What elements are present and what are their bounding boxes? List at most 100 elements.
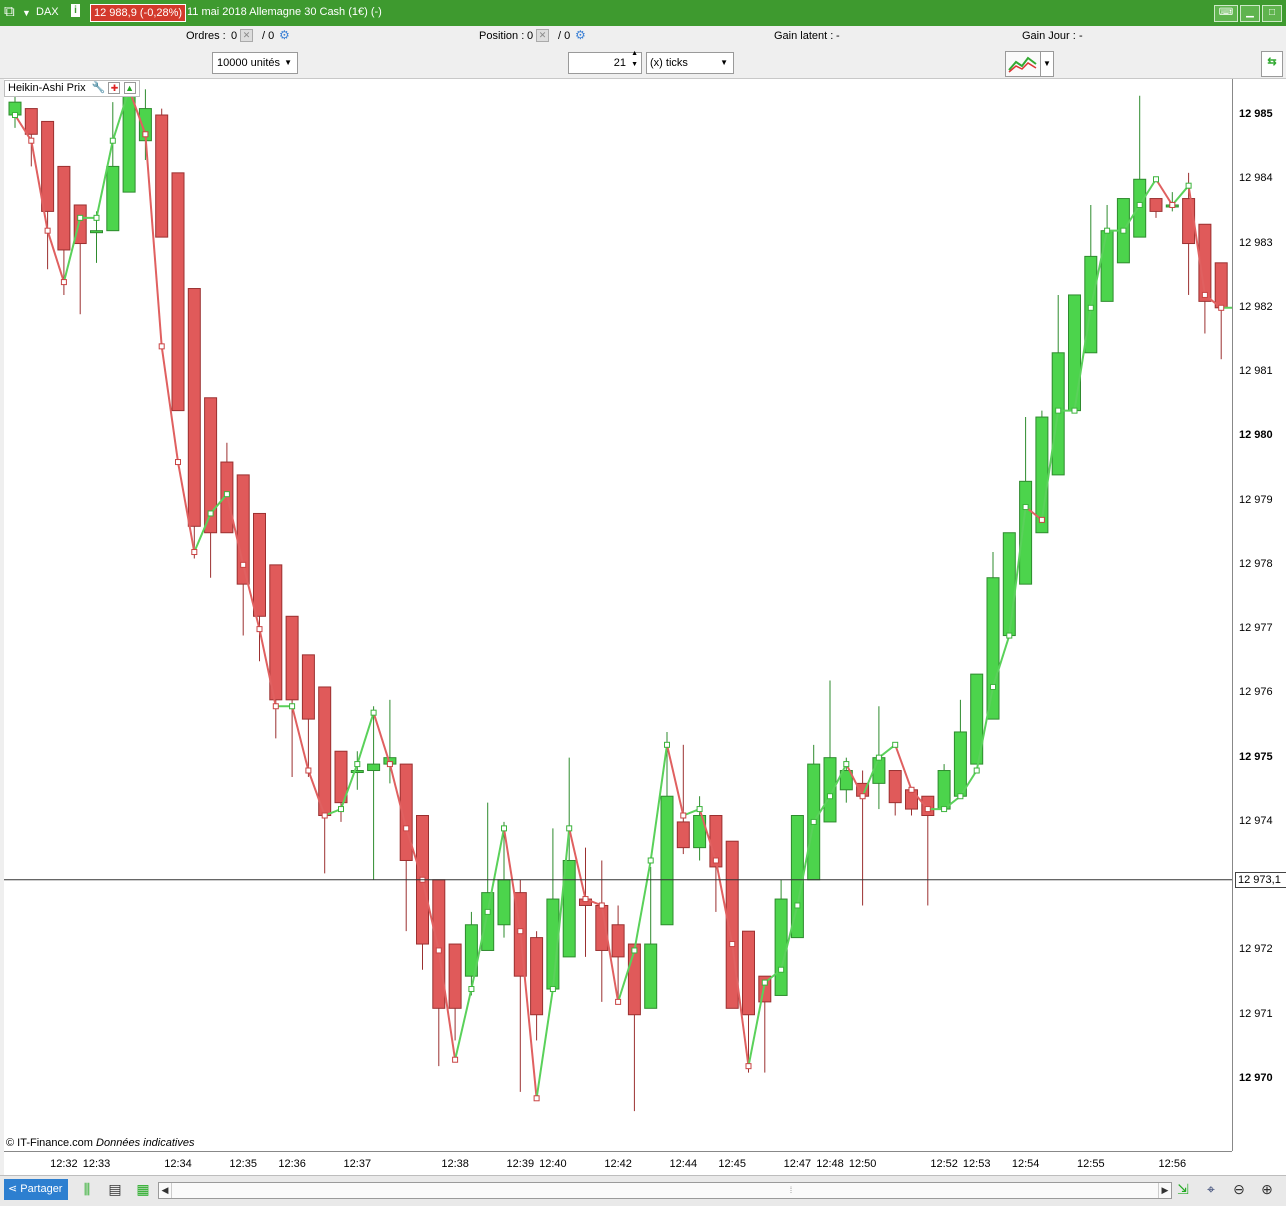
minimize-button[interactable]: ▁ (1240, 5, 1260, 22)
candle-up (872, 757, 886, 784)
stepper-up-icon[interactable]: ▲ (631, 49, 638, 58)
order-info-bar: Ordres : 0 ✕ / 0 ⚙ Position : 0 ✕ / 0 ⚙ … (0, 26, 1286, 48)
window-title: 11 mai 2018 Allemagne 30 Cash (1€) (-) (187, 6, 382, 18)
candle-down (41, 120, 55, 212)
close-marker (109, 137, 116, 144)
share-button[interactable]: ⋖ Partager (4, 1179, 69, 1200)
candle-up (106, 165, 120, 232)
time-tick-label: 12:54 (1011, 1158, 1040, 1170)
list-icon[interactable]: ▤ (106, 1180, 124, 1198)
zoom-out-icon[interactable]: ⊖ (1230, 1180, 1248, 1198)
candle-up (937, 770, 951, 810)
stepper-down-icon[interactable]: ▼ (631, 60, 638, 69)
candle-down (448, 943, 462, 1009)
fit-chart-icon[interactable]: ⇲ (1174, 1180, 1192, 1198)
price-tick-label: 12 981 (1239, 365, 1273, 378)
price-tick-label: 12 977 (1239, 622, 1273, 635)
time-tick-label: 12:37 (343, 1158, 372, 1170)
scroll-right-button[interactable]: ▶ (1158, 1183, 1171, 1198)
close-marker (158, 343, 165, 350)
wrench-icon[interactable]: 🔧 (92, 82, 106, 94)
window-menu-icon[interactable]: ⧉ (4, 3, 15, 20)
price-tick-label: 12 984 (1239, 172, 1273, 185)
zoom-fit-icon[interactable]: ⌖ (1202, 1180, 1220, 1198)
chart-plot-area[interactable] (4, 79, 1232, 1151)
units-select[interactable]: 10000 unités ▼ (212, 52, 298, 74)
close-marker (924, 806, 931, 813)
keyboard-icon[interactable]: ⌨ (1214, 5, 1238, 22)
close-line-down-segment (372, 712, 391, 765)
candle-up (122, 95, 136, 193)
position-close-icon[interactable]: ✕ (536, 29, 549, 42)
move-indicator-icon[interactable]: ▲ (123, 82, 136, 94)
remove-indicator-icon[interactable]: ✚ (108, 82, 121, 94)
candle-down (627, 943, 641, 1016)
gear-icon[interactable]: ⚙ (575, 28, 586, 42)
close-marker (631, 947, 638, 954)
close-marker (761, 979, 768, 986)
price-tick-label: 12 978 (1239, 557, 1273, 570)
candle-up (953, 731, 967, 797)
candle-down (888, 770, 902, 804)
maximize-button[interactable]: □ (1262, 5, 1282, 22)
close-marker (794, 902, 801, 909)
close-marker (468, 986, 475, 993)
close-marker (452, 1056, 459, 1063)
price-tick-label: 12 982 (1239, 300, 1273, 313)
time-tick-label: 12:40 (539, 1158, 567, 1170)
close-marker (175, 459, 181, 466)
ticks-unit-select[interactable]: (x) ticks ▼ (646, 52, 734, 74)
close-marker (1201, 291, 1208, 298)
time-tick-label: 12:35 (229, 1158, 257, 1170)
candle-up (1068, 294, 1081, 412)
candle-down (611, 924, 625, 958)
price-badge: 12 988,9 (-0,28%) (90, 4, 187, 22)
horizontal-scrollbar[interactable]: ◀ ⁞ ▶ (158, 1182, 1172, 1199)
zoom-in-icon[interactable]: ⊕ (1258, 1180, 1276, 1198)
order-entry-bar: 10000 unités ▼ 21 ▲ ▼ (x) ticks ▼ ▼ ⇆ (0, 48, 1286, 79)
position-value: 0 (527, 30, 534, 42)
close-marker (549, 986, 556, 993)
close-marker (990, 683, 996, 690)
chevron-down-icon[interactable]: ▼ (22, 8, 31, 18)
side-panel-toggle[interactable]: ⇆ (1261, 51, 1283, 77)
orders-close-icon[interactable]: ✕ (240, 29, 253, 42)
scroll-thumb-grip[interactable]: ⁞ (787, 1183, 795, 1198)
time-axis[interactable]: 12:32 12:33 12:34 12:35 12:36 12:37 12:38 12:39… (4, 1151, 1232, 1176)
close-marker (77, 214, 84, 221)
close-marker (973, 767, 980, 774)
close-marker (223, 491, 230, 498)
close-marker (321, 812, 328, 819)
ticks-unit-value: (x) ticks (650, 57, 688, 69)
info-icon[interactable]: i (71, 4, 80, 17)
gear-icon[interactable]: ⚙ (279, 28, 290, 42)
time-tick-label: 12:34 (164, 1158, 192, 1170)
close-marker (843, 761, 850, 768)
chart-type-dropdown[interactable]: ▼ (1040, 51, 1054, 77)
candle-style-icon[interactable]: ⫼ (78, 1180, 96, 1198)
ticks-stepper[interactable]: 21 ▲ ▼ (568, 49, 642, 74)
candle-down (676, 821, 690, 849)
candle-up (1100, 230, 1114, 302)
close-marker (729, 941, 736, 948)
close-marker (810, 818, 817, 825)
position-pending-value: / 0 (558, 30, 571, 42)
price-axis[interactable]: 12 985 12 984 12 983 12 982 12 981 12 980 12 9… (1232, 79, 1286, 1151)
close-marker (566, 825, 573, 832)
close-marker (696, 806, 703, 813)
close-marker (664, 741, 670, 748)
candle-down (24, 108, 38, 135)
candle-up (660, 795, 674, 926)
chart-type-glyph (1008, 56, 1037, 73)
candle-down (269, 564, 283, 701)
instrument-name[interactable]: DAX (36, 6, 59, 18)
chevron-down-icon: ▼ (720, 58, 728, 67)
scroll-left-button[interactable]: ◀ (159, 1183, 172, 1198)
time-tick-label: 12:44 (669, 1158, 698, 1170)
close-marker (598, 902, 605, 909)
gain-jour-value: - (1079, 30, 1083, 42)
heikin-ashi-chart[interactable] (4, 79, 1232, 1151)
layers-icon[interactable]: ▦ (134, 1180, 152, 1198)
chart-type-icon[interactable] (1005, 51, 1041, 77)
close-marker (957, 793, 964, 800)
